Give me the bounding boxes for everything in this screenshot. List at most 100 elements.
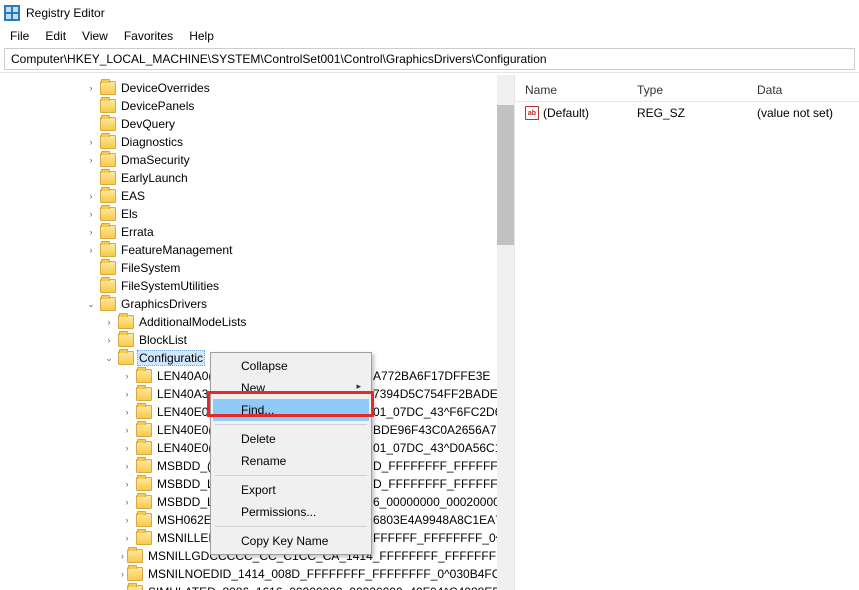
tree-item[interactable]: › FeatureManagement	[0, 241, 514, 259]
expand-icon[interactable]: ›	[85, 209, 97, 219]
ctx-find[interactable]: Find...	[213, 399, 369, 421]
folder-icon	[100, 117, 116, 131]
expand-icon[interactable]: ›	[103, 335, 115, 345]
menubar: File Edit View Favorites Help	[0, 26, 859, 46]
folder-icon	[100, 135, 116, 149]
expand-icon[interactable]: ›	[85, 245, 97, 255]
tree-item[interactable]: FileSystemUtilities	[0, 277, 514, 295]
expand-icon[interactable]: ›	[121, 497, 133, 507]
expand-icon[interactable]: ›	[121, 461, 133, 471]
expand-icon[interactable]: ›	[121, 479, 133, 489]
expand-icon[interactable]: ›	[121, 425, 133, 435]
tree-item-label: LEN40E0(	[155, 405, 214, 419]
tree-item[interactable]: ›Errata	[0, 223, 514, 241]
ctx-sep	[215, 475, 367, 476]
folder-icon	[100, 261, 116, 275]
value-row[interactable]: ab (Default) REG_SZ (value not set)	[515, 102, 859, 124]
value-data: (value not set)	[753, 104, 853, 122]
tree-item[interactable]: › DmaSecurity	[0, 151, 514, 169]
address-text: Computer\HKEY_LOCAL_MACHINE\SYSTEM\Contr…	[11, 52, 547, 66]
expand-icon[interactable]: ›	[85, 191, 97, 201]
tree-item[interactable]: ›EAS	[0, 187, 514, 205]
tree-item-tail: 7394D5C754FF2BADE	[373, 387, 498, 401]
ctx-collapse[interactable]: Collapse	[213, 355, 369, 377]
tree-item[interactable]: › BlockList	[0, 331, 514, 349]
menu-edit[interactable]: Edit	[39, 27, 72, 45]
menu-view[interactable]: View	[76, 27, 114, 45]
expand-icon[interactable]: ›	[121, 389, 133, 399]
expand-icon[interactable]: ›	[85, 227, 97, 237]
tree-item-label: LEN40A3(	[155, 387, 214, 401]
expand-icon[interactable]: ›	[121, 371, 133, 381]
tree-item-tail: D_FFFFFFFF_FFFFFFFF_0	[373, 459, 515, 473]
value-name: (Default)	[543, 106, 589, 120]
expand-icon[interactable]: ›	[85, 83, 97, 93]
ctx-sep	[215, 424, 367, 425]
folder-icon	[136, 477, 152, 491]
tree-item-label: DeviceOverrides	[119, 81, 212, 95]
ctx-sep	[215, 526, 367, 527]
tree-item[interactable]: ›Diagnostics	[0, 133, 514, 151]
col-header-name[interactable]: Name	[521, 81, 633, 99]
folder-icon	[100, 81, 116, 95]
tree-item[interactable]: ›AdditionalModeLists	[0, 313, 514, 331]
ctx-permissions[interactable]: Permissions...	[213, 501, 369, 523]
expand-icon[interactable]: ›	[121, 551, 124, 561]
tree-item-label: MSNILNOEDID_1414_008D_FFFFFFFF_FFFFFFFF_…	[146, 567, 515, 581]
tree-item[interactable]: ⌄GraphicsDrivers	[0, 295, 514, 313]
tree-item-label: FeatureManagement	[119, 243, 234, 257]
folder-icon	[136, 387, 152, 401]
tree-item[interactable]: DevQuery	[0, 115, 514, 133]
tree-item[interactable]: FileSystem	[0, 259, 514, 277]
window-title: Registry Editor	[26, 6, 105, 20]
expand-icon[interactable]: ›	[121, 407, 133, 417]
tree-item-label: MSBDD_L	[155, 495, 216, 509]
menu-file[interactable]: File	[4, 27, 35, 45]
expand-icon[interactable]: ›	[103, 317, 115, 327]
folder-icon	[136, 405, 152, 419]
tree-item[interactable]: › MSNILNOEDID_1414_008D_FFFFFFFF_FFFFFFFF…	[0, 565, 514, 583]
ctx-delete[interactable]: Delete	[213, 428, 369, 450]
tree-item[interactable]: ›Els	[0, 205, 514, 223]
tree-item-label: BlockList	[137, 333, 189, 347]
tree-item-label: DevicePanels	[119, 99, 196, 113]
tree-item[interactable]: › DeviceOverrides	[0, 79, 514, 97]
collapse-icon[interactable]: ⌄	[85, 299, 97, 310]
menu-favorites[interactable]: Favorites	[118, 27, 179, 45]
folder-icon	[127, 549, 143, 563]
folder-icon	[136, 369, 152, 383]
tree-scrollbar[interactable]	[497, 75, 514, 590]
expand-icon[interactable]: ›	[121, 533, 133, 543]
menu-help[interactable]: Help	[183, 27, 220, 45]
ctx-export[interactable]: Export	[213, 479, 369, 501]
tree-item-label: FileSystemUtilities	[119, 279, 221, 293]
folder-icon	[136, 531, 152, 545]
ctx-rename[interactable]: Rename	[213, 450, 369, 472]
expand-icon[interactable]: ›	[121, 569, 124, 579]
titlebar: Registry Editor	[0, 0, 859, 26]
tree-item-label: MSNILLEI	[155, 531, 214, 545]
scrollbar-thumb[interactable]	[497, 105, 514, 245]
expand-icon[interactable]: ›	[85, 137, 97, 147]
folder-icon	[127, 585, 143, 590]
ctx-copy-key[interactable]: Copy Key Name	[213, 530, 369, 552]
expand-icon[interactable]: ›	[121, 443, 133, 453]
tree-item[interactable]: DevicePanels	[0, 97, 514, 115]
tree-item-label: DevQuery	[119, 117, 177, 131]
folder-icon	[118, 351, 134, 365]
tree-item-tail: D_FFFFFFFF_FFFFFFFF_0	[373, 477, 515, 491]
folder-icon	[136, 513, 152, 527]
folder-icon	[136, 459, 152, 473]
expand-icon[interactable]: ›	[85, 155, 97, 165]
values-header: Name Type Data	[515, 79, 859, 102]
col-header-data[interactable]: Data	[753, 81, 853, 99]
folder-icon	[136, 423, 152, 437]
collapse-icon[interactable]: ⌄	[103, 353, 115, 364]
ctx-new[interactable]: New	[213, 377, 369, 399]
tree-item[interactable]: EarlyLaunch	[0, 169, 514, 187]
col-header-type[interactable]: Type	[633, 81, 753, 99]
address-bar[interactable]: Computer\HKEY_LOCAL_MACHINE\SYSTEM\Contr…	[4, 48, 855, 70]
expand-icon[interactable]: ›	[121, 515, 133, 525]
tree-item-label: DmaSecurity	[119, 153, 192, 167]
folder-icon	[100, 153, 116, 167]
